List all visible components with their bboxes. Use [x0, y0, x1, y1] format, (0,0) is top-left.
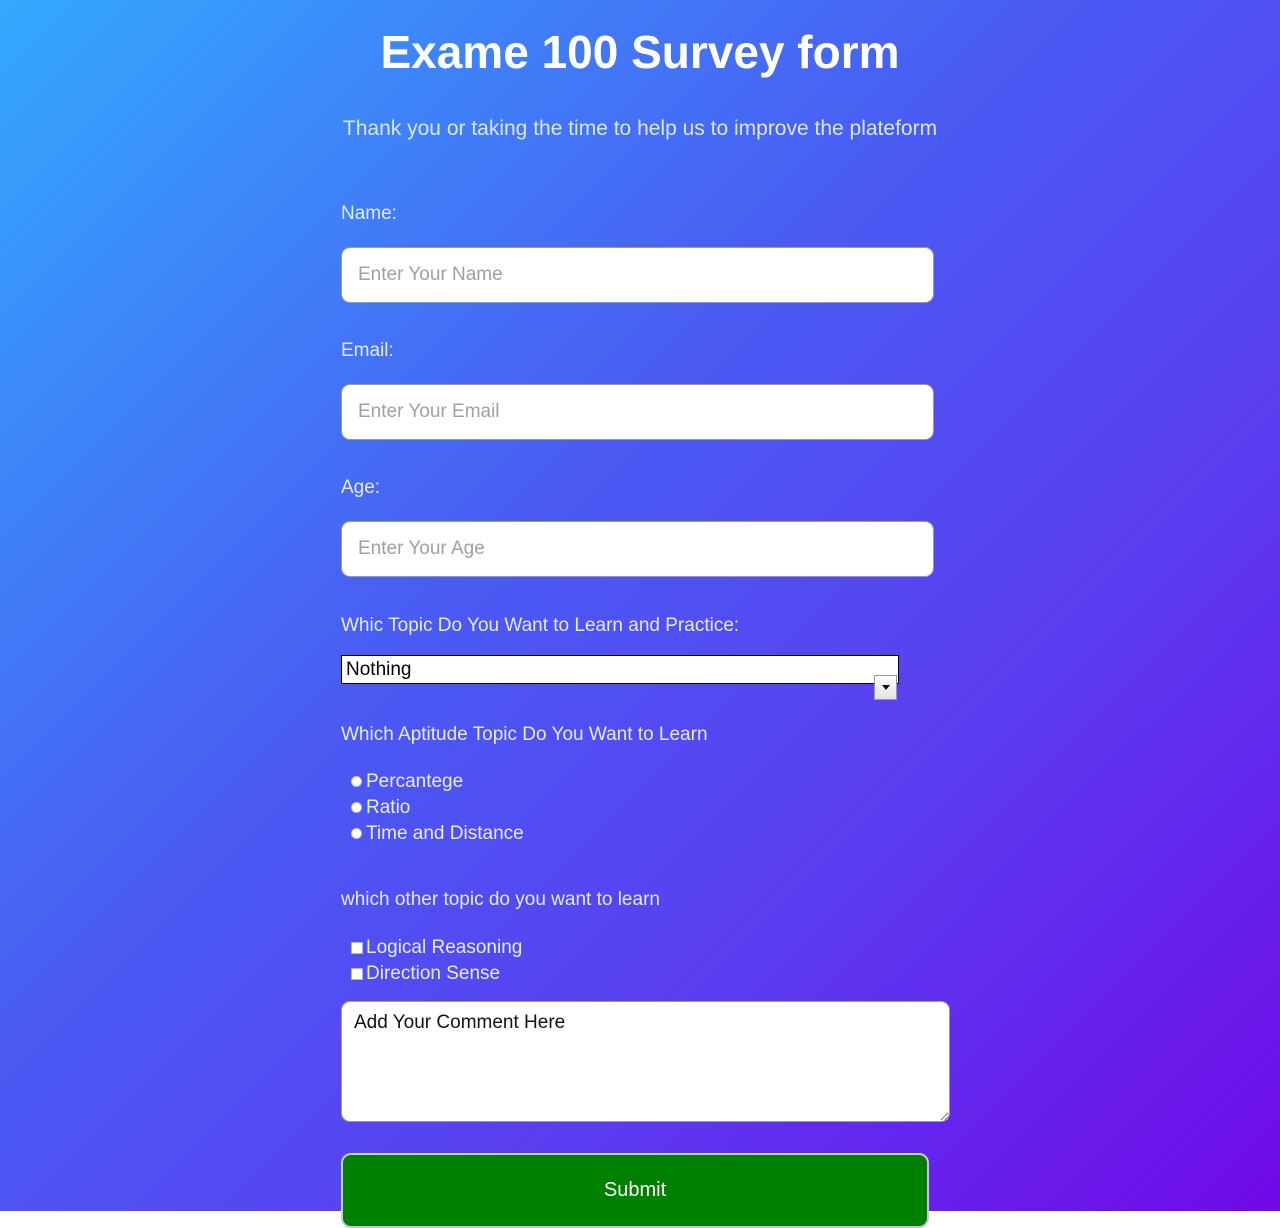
radio-option-time-and-distance[interactable]: Time and Distance [341, 821, 940, 847]
radio-option-percantege[interactable]: Percantege [341, 769, 940, 795]
name-input[interactable] [341, 246, 934, 303]
radio-icon[interactable] [351, 828, 362, 840]
checkbox-label: Logical Reasoning [366, 936, 523, 958]
topic-select[interactable]: Nothing [341, 654, 899, 684]
comment-textarea[interactable]: Add Your Comment Here [341, 1000, 950, 1122]
survey-page: Exame 100 Survey form Thank you or takin… [0, 0, 1280, 1228]
survey-form: Name: Email: Age: Whic Topic Do You Want… [340, 141, 950, 1228]
checkbox-option-direction-sense[interactable]: Direction Sense [341, 961, 940, 987]
checkbox-option-logical-reasoning[interactable]: Logical Reasoning [341, 935, 940, 961]
radio-icon[interactable] [351, 776, 362, 788]
checkbox-icon[interactable] [351, 967, 363, 980]
radio-option-ratio[interactable]: Ratio [341, 795, 940, 821]
age-label: Age: [341, 476, 381, 498]
aptitude-group-label: Which Aptitude Topic Do You Want to Lear… [341, 723, 708, 745]
page-title: Exame 100 Survey form [380, 26, 900, 78]
other-topics-group-label: which other topic do you want to learn [341, 888, 660, 910]
radio-icon[interactable] [351, 802, 362, 814]
topic-select-wrapper: Nothing [341, 654, 899, 700]
radio-label: Percantege [366, 770, 464, 792]
checkbox-icon[interactable] [351, 941, 363, 954]
radio-label: Time and Distance [366, 822, 524, 844]
topic-select-label: Whic Topic Do You Want to Learn and Prac… [341, 614, 740, 636]
page-subtitle: Thank you or taking the time to help us … [342, 116, 938, 140]
email-input[interactable] [341, 383, 934, 440]
other-topics-checkbox-group: Logical Reasoning Direction Sense [341, 935, 940, 987]
checkbox-label: Direction Sense [366, 962, 501, 984]
name-label: Name: [341, 202, 397, 224]
aptitude-radio-group: Percantege Ratio Time and Distance [341, 769, 940, 847]
radio-label: Ratio [366, 796, 411, 818]
email-label: Email: [341, 339, 394, 361]
age-input[interactable] [341, 520, 934, 577]
submit-button[interactable]: Submit [341, 1152, 929, 1228]
